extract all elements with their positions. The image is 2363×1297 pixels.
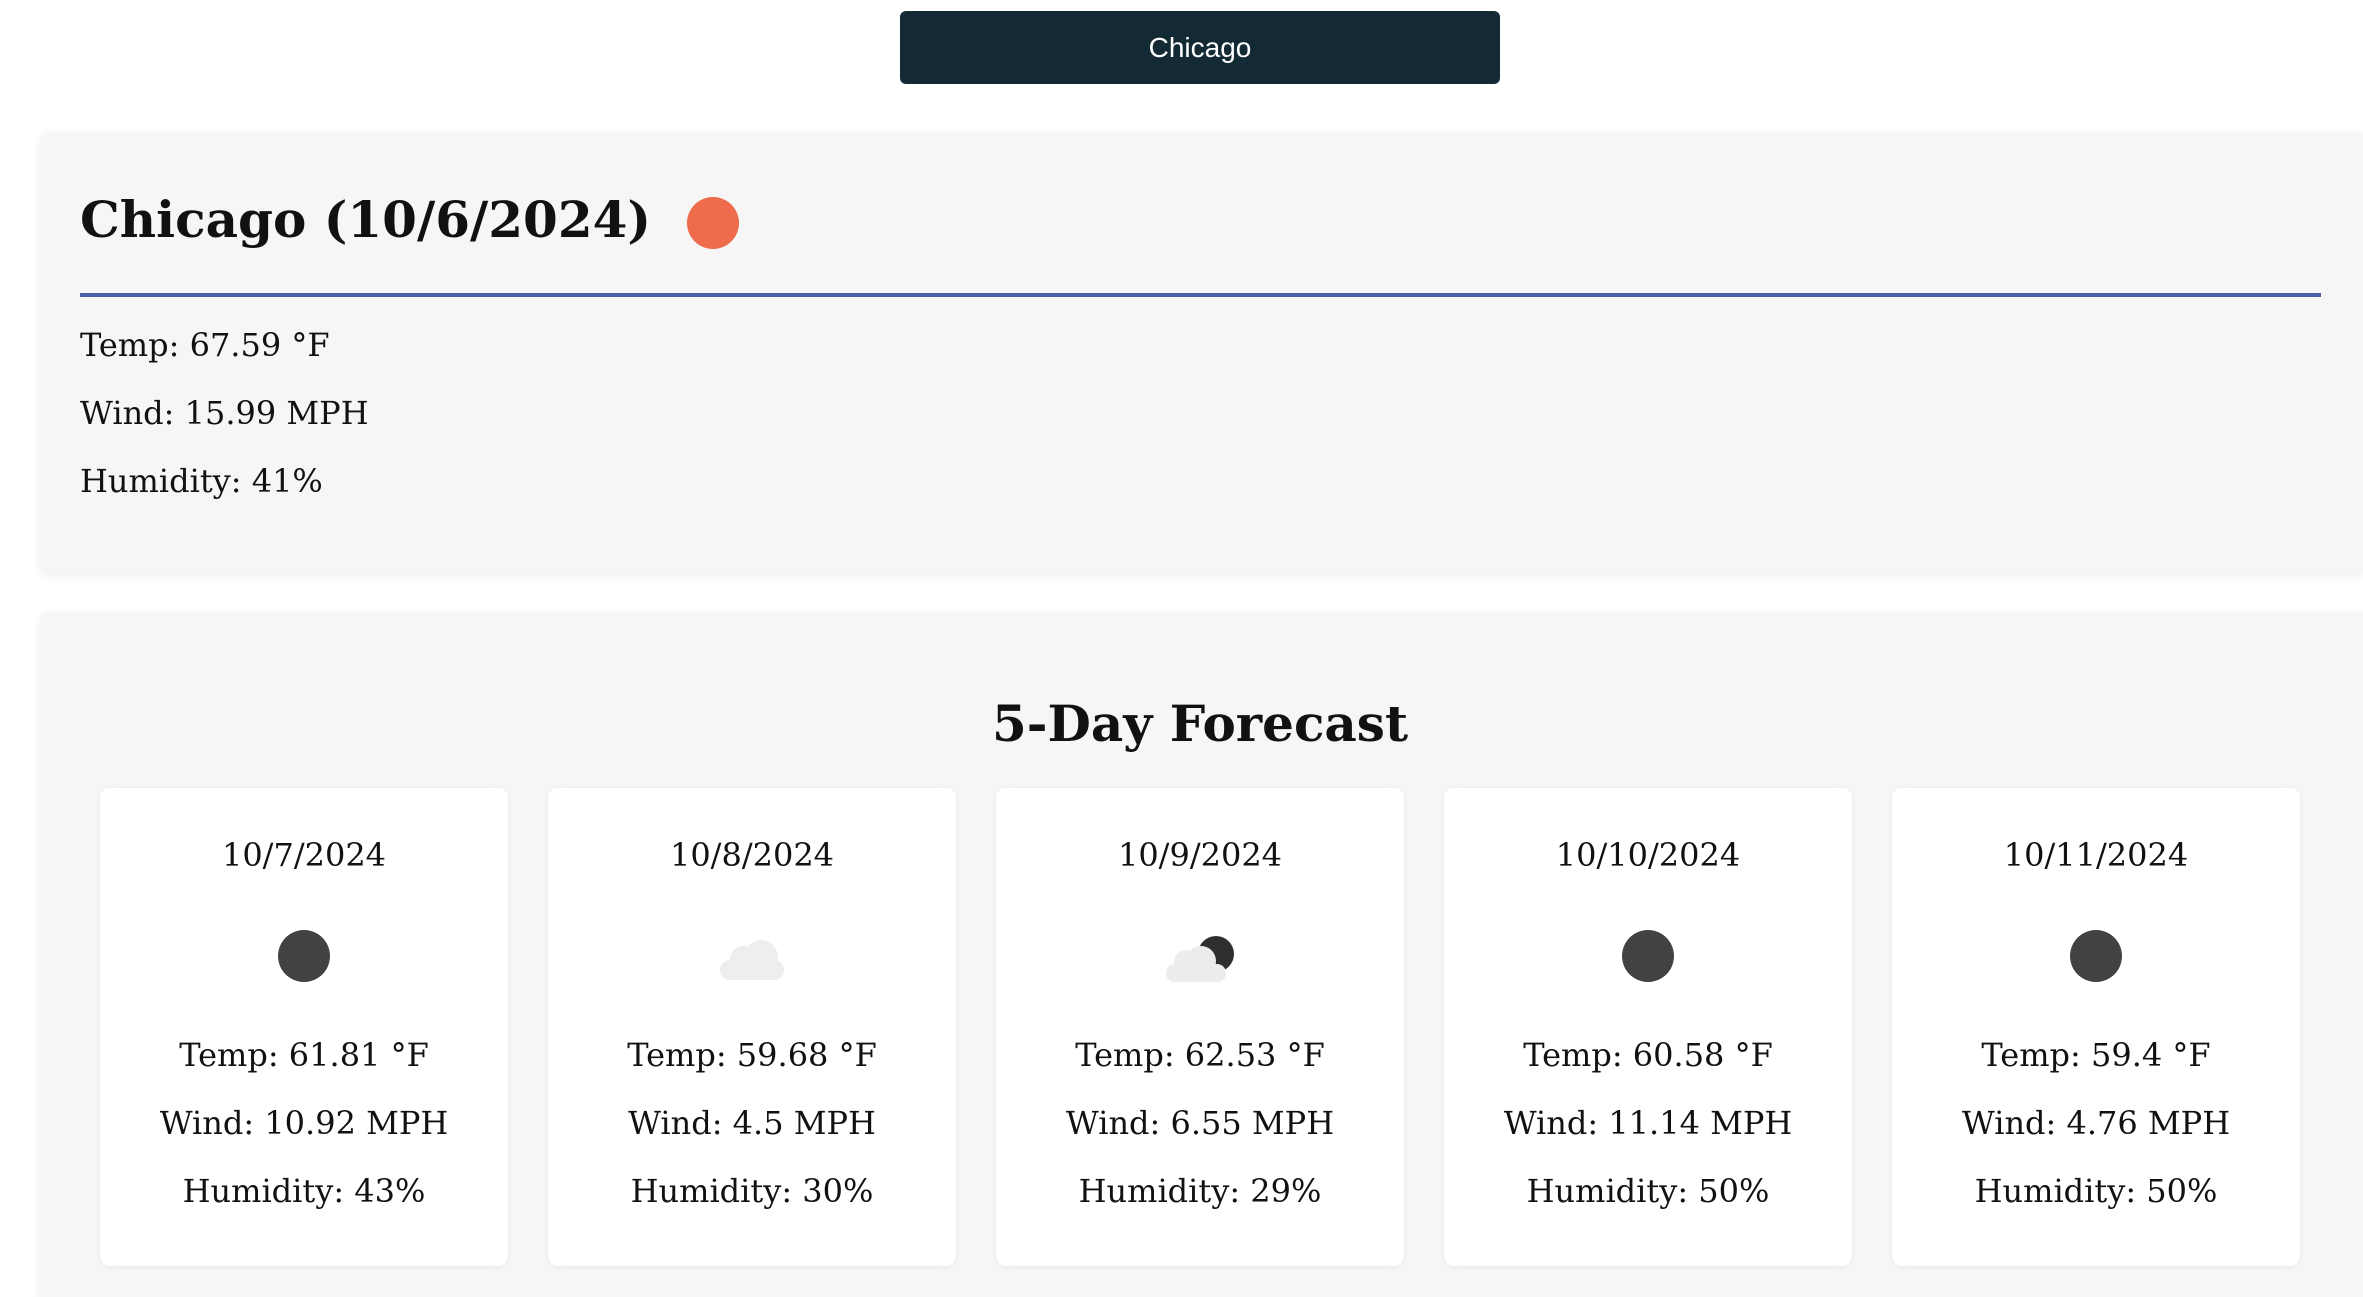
forecast-temp: Temp: 61.81 °F	[179, 1036, 429, 1074]
forecast-icon-wrap	[1444, 930, 1852, 984]
dark-sun-icon	[2070, 930, 2122, 982]
sun-icon	[687, 197, 740, 249]
forecast-date: 10/10/2024	[1555, 836, 1741, 874]
forecast-day-card: 10/7/2024 Temp: 61.81 °F Wind: 10.92 MPH…	[100, 788, 508, 1266]
forecast-title: 5-Day Forecast	[991, 694, 1409, 753]
dark-sun-icon	[1622, 930, 1674, 982]
forecast-icon-wrap	[548, 930, 956, 984]
current-temp: Temp: 67.59 °F	[80, 326, 330, 364]
current-humidity: Humidity: 41%	[80, 462, 323, 500]
forecast-wind: Wind: 4.76 MPH	[1961, 1104, 2231, 1142]
forecast-humidity: Humidity: 30%	[630, 1172, 874, 1210]
current-city-date-title: Chicago (10/6/2024)	[80, 189, 652, 249]
forecast-wind: Wind: 4.5 MPH	[628, 1104, 876, 1142]
forecast-wind: Wind: 11.14 MPH	[1503, 1104, 1793, 1142]
forecast-temp: Temp: 62.53 °F	[1075, 1036, 1325, 1074]
forecast-humidity: Humidity: 50%	[1526, 1172, 1770, 1210]
forecast-day-card: 10/10/2024 Temp: 60.58 °F Wind: 11.14 MP…	[1444, 788, 1852, 1266]
search-history: Chicago	[900, 11, 1500, 84]
dark-sun-icon	[278, 930, 330, 982]
current-weather-card: Chicago (10/6/2024) Temp: 67.59 °F Wind:…	[40, 133, 2363, 573]
forecast-icon-wrap	[100, 930, 508, 984]
forecast-date: 10/8/2024	[669, 836, 835, 874]
forecast-date: 10/7/2024	[221, 836, 387, 874]
forecast-day-card: 10/11/2024 Temp: 59.4 °F Wind: 4.76 MPH …	[1892, 788, 2300, 1266]
forecast-day-card: 10/9/2024 Temp: 62.53 °F Wind: 6.55 MPH …	[996, 788, 1404, 1266]
forecast-temp: Temp: 59.4 °F	[1981, 1036, 2211, 1074]
history-city-button[interactable]: Chicago	[900, 11, 1500, 84]
forecast-wind: Wind: 6.55 MPH	[1065, 1104, 1335, 1142]
forecast-humidity: Humidity: 50%	[1974, 1172, 2218, 1210]
forecast-icon-wrap	[996, 930, 1404, 984]
forecast-date: 10/11/2024	[2003, 836, 2189, 874]
forecast-wind: Wind: 10.92 MPH	[159, 1104, 449, 1142]
forecast-temp: Temp: 59.68 °F	[627, 1036, 877, 1074]
forecast-humidity: Humidity: 43%	[182, 1172, 426, 1210]
forecast-date: 10/9/2024	[1117, 836, 1283, 874]
forecast-icon-wrap	[1892, 930, 2300, 984]
partly-cloudy-icon	[1166, 936, 1234, 982]
forecast-day-card: 10/8/2024 Temp: 59.68 °F Wind: 4.5 MPH H…	[548, 788, 956, 1266]
forecast-temp: Temp: 60.58 °F	[1523, 1036, 1773, 1074]
forecast-humidity: Humidity: 29%	[1078, 1172, 1322, 1210]
forecast-section: 5-Day Forecast 10/7/2024 Temp: 61.81 °F …	[40, 612, 2363, 1297]
current-stats: Temp: 67.59 °F Wind: 15.99 MPH Humidity:…	[80, 297, 2323, 515]
current-title-row: Chicago (10/6/2024)	[80, 133, 2323, 293]
current-wind: Wind: 15.99 MPH	[80, 394, 369, 432]
forecast-days: 10/7/2024 Temp: 61.81 °F Wind: 10.92 MPH…	[100, 788, 2340, 1266]
cloud-icon	[720, 940, 784, 980]
